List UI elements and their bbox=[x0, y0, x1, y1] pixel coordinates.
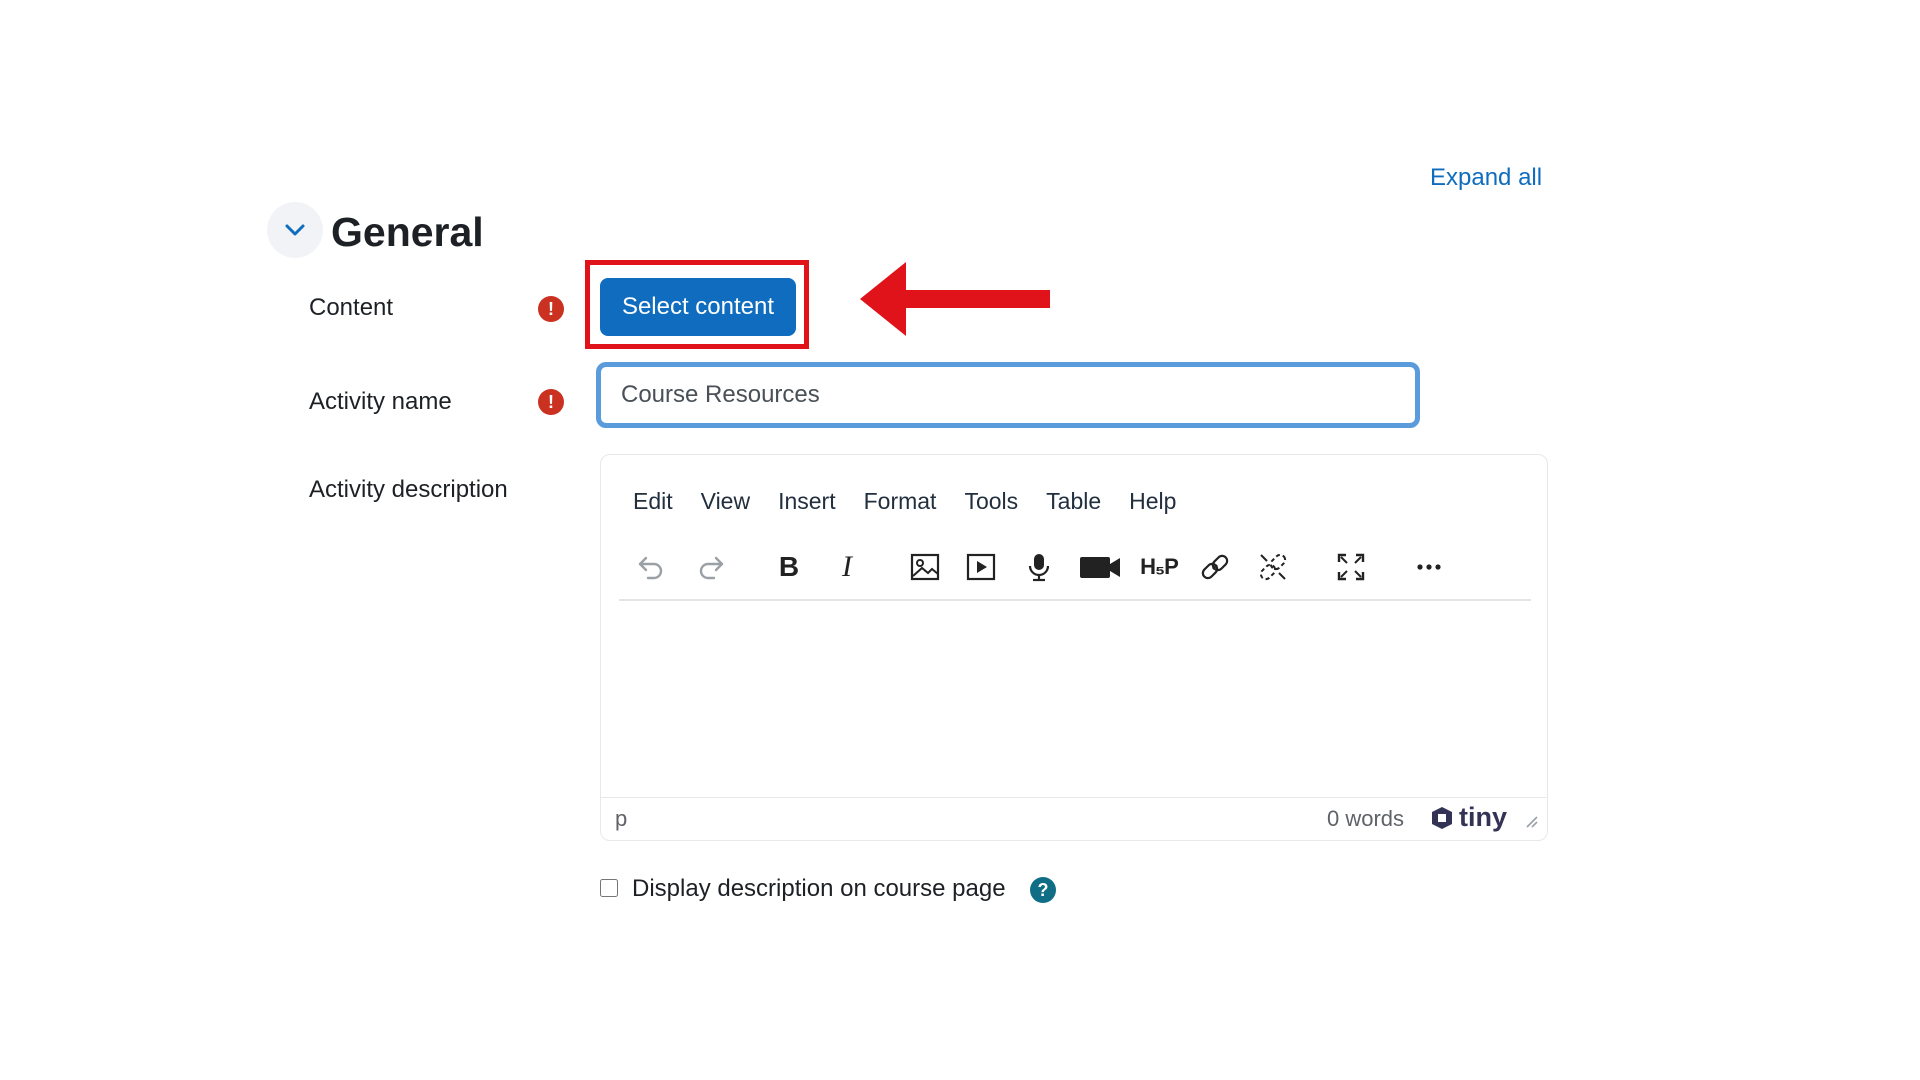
record-audio-button[interactable] bbox=[1017, 545, 1061, 589]
section-title: General bbox=[331, 209, 484, 255]
menu-insert[interactable]: Insert bbox=[764, 481, 850, 521]
redo-icon bbox=[699, 556, 724, 580]
bold-button[interactable]: B bbox=[767, 545, 811, 589]
annotation-arrow-icon bbox=[860, 262, 1050, 336]
display-description-label[interactable]: Display description on course page bbox=[632, 875, 1006, 903]
question-circle-icon[interactable]: ? bbox=[1030, 877, 1056, 903]
exclamation-circle-icon: ! bbox=[538, 296, 564, 322]
image-icon bbox=[910, 553, 940, 581]
menu-edit[interactable]: Edit bbox=[633, 481, 687, 521]
italic-button[interactable]: I bbox=[825, 545, 869, 589]
media-button[interactable] bbox=[959, 545, 1003, 589]
editor-menubar: Edit View Insert Format Tools Table Help bbox=[633, 481, 1190, 521]
editor-statusbar: p 0 words tiny bbox=[601, 797, 1547, 840]
tiny-brand: tiny bbox=[1459, 802, 1508, 832]
rich-text-editor: Edit View Insert Format Tools Table Help… bbox=[600, 454, 1548, 841]
chevron-down-icon bbox=[285, 224, 305, 236]
link-icon bbox=[1201, 554, 1229, 580]
undo-icon bbox=[638, 556, 663, 580]
activity-name-input[interactable] bbox=[596, 362, 1420, 428]
image-button[interactable] bbox=[903, 545, 947, 589]
menu-help[interactable]: Help bbox=[1115, 481, 1190, 521]
menu-tools[interactable]: Tools bbox=[950, 481, 1032, 521]
fullscreen-icon bbox=[1337, 553, 1365, 581]
more-button[interactable] bbox=[1407, 545, 1451, 589]
tiny-logo[interactable]: tiny bbox=[1429, 802, 1507, 833]
element-path[interactable]: p bbox=[615, 806, 627, 832]
select-content-button[interactable]: Select content bbox=[600, 278, 796, 336]
microphone-icon bbox=[1028, 554, 1050, 582]
collapse-toggle[interactable] bbox=[267, 202, 323, 258]
redo-button[interactable] bbox=[689, 545, 733, 589]
menu-format[interactable]: Format bbox=[850, 481, 951, 521]
video-camera-icon bbox=[1080, 557, 1120, 578]
activity-description-label: Activity description bbox=[309, 476, 508, 503]
menu-table[interactable]: Table bbox=[1032, 481, 1115, 521]
menu-view[interactable]: View bbox=[687, 481, 764, 521]
bold-icon: B bbox=[778, 551, 800, 582]
fullscreen-button[interactable] bbox=[1329, 545, 1373, 589]
h5p-button[interactable]: H₅P bbox=[1133, 545, 1185, 589]
media-icon bbox=[966, 553, 996, 581]
display-description-checkbox[interactable] bbox=[600, 879, 618, 897]
editor-content-area[interactable] bbox=[601, 603, 1547, 783]
record-video-button[interactable] bbox=[1075, 545, 1125, 589]
italic-icon: I bbox=[842, 550, 852, 583]
resize-handle[interactable] bbox=[1523, 813, 1539, 834]
h5p-icon: H₅P bbox=[1140, 554, 1179, 579]
expand-all-link[interactable]: Expand all bbox=[1430, 164, 1542, 192]
unlink-button[interactable] bbox=[1251, 545, 1295, 589]
exclamation-circle-icon: ! bbox=[538, 389, 564, 415]
tiny-logo-icon bbox=[1432, 806, 1452, 829]
link-button[interactable] bbox=[1193, 545, 1237, 589]
content-label: Content bbox=[309, 294, 394, 321]
editor-toolbar: B I H₅P bbox=[619, 539, 1531, 601]
resize-handle-icon bbox=[1526, 816, 1538, 828]
unlink-icon bbox=[1259, 553, 1287, 581]
word-count[interactable]: 0 words bbox=[1327, 806, 1404, 832]
activity-name-label: Activity name bbox=[309, 388, 452, 415]
more-icon bbox=[1417, 564, 1441, 570]
undo-button[interactable] bbox=[629, 545, 673, 589]
